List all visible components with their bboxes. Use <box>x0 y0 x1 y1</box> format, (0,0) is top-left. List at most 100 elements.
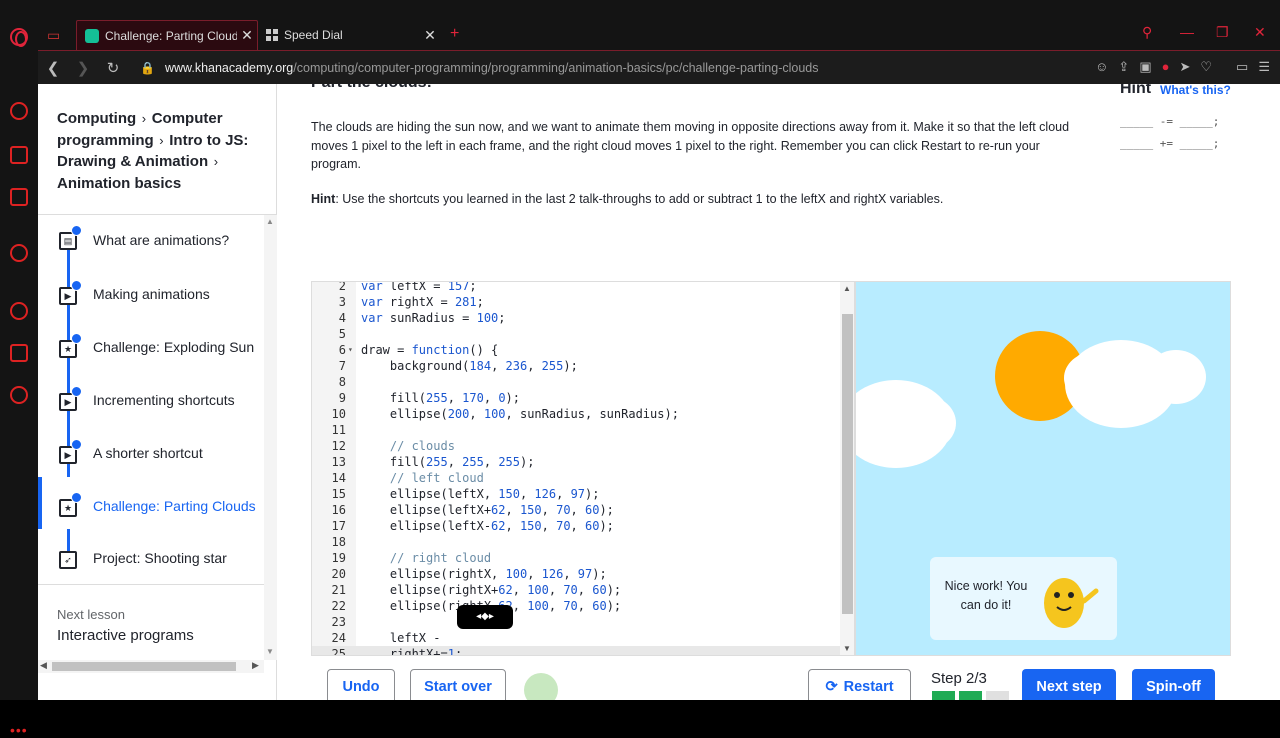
code-line[interactable]: 6 ▾ draw = function() { <box>312 342 840 358</box>
fold-arrow-icon[interactable]: ▾ <box>348 342 353 358</box>
code-line[interactable]: 9 fill(255, 170, 0); <box>312 390 840 406</box>
close-icon[interactable]: ✕ <box>420 27 440 44</box>
code-text[interactable]: background(184, 236, 255); <box>361 358 578 374</box>
code-line[interactable]: 13 fill(255, 255, 255); <box>312 454 840 470</box>
code-line[interactable]: 21 ellipse(rightX+62, 100, 70, 60); <box>312 582 840 598</box>
minimize-icon[interactable]: — <box>1180 24 1194 40</box>
code-line[interactable]: 4 var sunRadius = 100; <box>312 310 840 326</box>
code-text[interactable]: ellipse(leftX+62, 150, 70, 60); <box>361 502 614 518</box>
hint-code-line[interactable]: _____ -= _____; <box>1120 115 1219 128</box>
code-text[interactable]: ellipse(leftX-62, 150, 70, 60); <box>361 518 614 534</box>
sidebar-scrollbar[interactable]: ▲ ▼ <box>264 215 277 660</box>
code-line[interactable]: 16 ellipse(leftX+62, 150, 70, 60); <box>312 502 840 518</box>
next-lesson-link[interactable]: Interactive programs <box>57 627 194 644</box>
lesson-item[interactable]: ▤ What are animations? <box>38 215 264 267</box>
code-line[interactable]: 20 ellipse(rightX, 100, 126, 97); <box>312 566 840 582</box>
twitch-icon[interactable] <box>10 188 28 206</box>
tab-active[interactable]: Challenge: Parting Clouds | ✕ <box>76 20 258 50</box>
new-tab-plus-icon[interactable]: + <box>450 25 459 43</box>
heart-icon[interactable]: ♡ <box>1200 59 1212 75</box>
code-text[interactable]: ellipse(rightX, 100, 126, 97); <box>361 566 607 582</box>
code-line[interactable]: 7 background(184, 236, 255); <box>312 358 840 374</box>
search-tabs-icon[interactable]: ⚲ <box>1142 24 1152 41</box>
code-text[interactable]: ellipse(leftX, 150, 126, 97); <box>361 486 600 502</box>
code-line[interactable]: 19 // right cloud <box>312 550 840 566</box>
breadcrumb-item[interactable]: Computing <box>57 110 136 127</box>
code-line[interactable]: 10 ellipse(200, 100, sunRadius, sunRadiu… <box>312 406 840 422</box>
code-editor[interactable]: 2 var leftX = 157; 3 var rightX = 281; 4 var … <box>311 281 855 656</box>
code-line[interactable]: 14 // left cloud <box>312 470 840 486</box>
code-text[interactable]: var leftX = 157; <box>361 282 477 294</box>
bag-icon[interactable] <box>10 146 28 164</box>
code-line[interactable]: 12 // clouds <box>312 438 840 454</box>
code-text[interactable]: var sunRadius = 100; <box>361 310 506 326</box>
code-line[interactable]: 2 var leftX = 157; <box>312 282 840 294</box>
share-icon[interactable]: ⇪ <box>1118 59 1129 75</box>
scroll-thumb[interactable] <box>842 314 853 614</box>
code-line[interactable]: 5 <box>312 326 840 342</box>
restart-button[interactable]: ⟳ Restart <box>808 669 911 700</box>
next-step-button[interactable]: Next step <box>1022 669 1116 700</box>
lesson-item[interactable]: ★ Challenge: Exploding Sun <box>38 319 264 371</box>
scroll-up-icon[interactable]: ▲ <box>266 217 274 226</box>
breadcrumb-item[interactable]: Animation basics <box>57 175 181 192</box>
tab-speed-dial[interactable]: Speed Dial ✕ <box>262 20 440 50</box>
code-text[interactable]: // left cloud <box>361 470 484 486</box>
code-line[interactable]: 17 ellipse(leftX-62, 150, 70, 60); <box>312 518 840 534</box>
code-line[interactable]: 11 <box>312 422 840 438</box>
code-text[interactable]: // clouds <box>361 438 455 454</box>
adblock-icon[interactable]: ● <box>1162 59 1170 75</box>
send-icon[interactable]: ➤ <box>1179 59 1190 75</box>
gamepad-icon[interactable]: ▭ <box>47 27 60 44</box>
scroll-down-icon[interactable]: ▼ <box>266 647 274 656</box>
lesson-item[interactable]: ➶ Project: Shooting star <box>38 529 264 581</box>
camera-icon[interactable]: ▣ <box>1139 59 1151 75</box>
code-text[interactable]: rightX+=1; <box>361 646 462 655</box>
sidebar-hscrollbar[interactable]: ◀ ▶ <box>38 660 264 673</box>
code-line[interactable]: 25 rightX+=1; <box>312 646 840 655</box>
number-scrubber[interactable]: ◂◆▸ <box>457 605 513 629</box>
code-text[interactable]: ellipse(200, 100, sunRadius, sunRadius); <box>361 406 679 422</box>
spin-off-button[interactable]: Spin-off <box>1132 669 1215 700</box>
editor-scrollbar[interactable]: ▲ ▼ <box>840 282 854 655</box>
lesson-item[interactable]: ▶ Incrementing shortcuts <box>38 372 264 424</box>
window-close-icon[interactable]: ✕ <box>1254 24 1266 41</box>
code-text[interactable]: leftX - <box>361 630 441 646</box>
code-line[interactable]: 3 var rightX = 281; <box>312 294 840 310</box>
start-over-button[interactable]: Start over <box>410 669 506 700</box>
close-icon[interactable]: ✕ <box>237 27 257 44</box>
code-line[interactable]: 8 <box>312 374 840 390</box>
settings-gear-icon[interactable] <box>10 386 28 404</box>
history-icon[interactable] <box>10 302 28 320</box>
battery-icon[interactable]: ▭ <box>1236 59 1248 75</box>
url-field[interactable]: www.khanacademy.org/computing/computer-p… <box>165 61 819 75</box>
code-text[interactable]: fill(255, 170, 0); <box>361 390 520 406</box>
scroll-up-icon[interactable]: ▲ <box>843 284 851 293</box>
whats-this-link[interactable]: What's this? <box>1160 84 1231 97</box>
cube-icon[interactable] <box>10 344 28 362</box>
back-icon[interactable]: ❮ <box>38 59 68 77</box>
lesson-item[interactable]: ▶ Making animations <box>38 267 264 319</box>
scroll-left-icon[interactable]: ◀ <box>40 660 47 671</box>
more-icon[interactable]: ••• <box>10 722 28 738</box>
code-line[interactable]: 23 <box>312 614 840 630</box>
undo-button[interactable]: Undo <box>327 669 395 700</box>
code-line[interactable]: 18 <box>312 534 840 550</box>
code-line[interactable]: 24 leftX - <box>312 630 840 646</box>
hint-code-line[interactable]: _____ += _____; <box>1120 137 1219 150</box>
menu-icon[interactable]: ☰ <box>1258 59 1270 75</box>
code-text[interactable]: fill(255, 255, 255); <box>361 454 535 470</box>
code-text[interactable]: draw = function() { <box>361 342 498 358</box>
scroll-thumb[interactable] <box>52 662 236 671</box>
emoji-icon[interactable]: ☺ <box>1095 59 1108 75</box>
lesson-item[interactable]: ▶ A shorter shortcut <box>38 424 264 476</box>
lesson-item-active[interactable]: ★ Challenge: Parting Clouds <box>38 477 264 529</box>
code-line[interactable]: 22 ellipse(rightX-62, 100, 70, 60); <box>312 598 840 614</box>
code-text[interactable]: var rightX = 281; <box>361 294 484 310</box>
forward-icon[interactable]: ❯ <box>68 59 98 77</box>
scroll-down-icon[interactable]: ▼ <box>843 644 851 653</box>
player-icon[interactable] <box>10 244 28 262</box>
speed-icon[interactable] <box>10 102 28 120</box>
scroll-right-icon[interactable]: ▶ <box>252 660 259 671</box>
restore-icon[interactable]: ❐ <box>1216 24 1229 41</box>
